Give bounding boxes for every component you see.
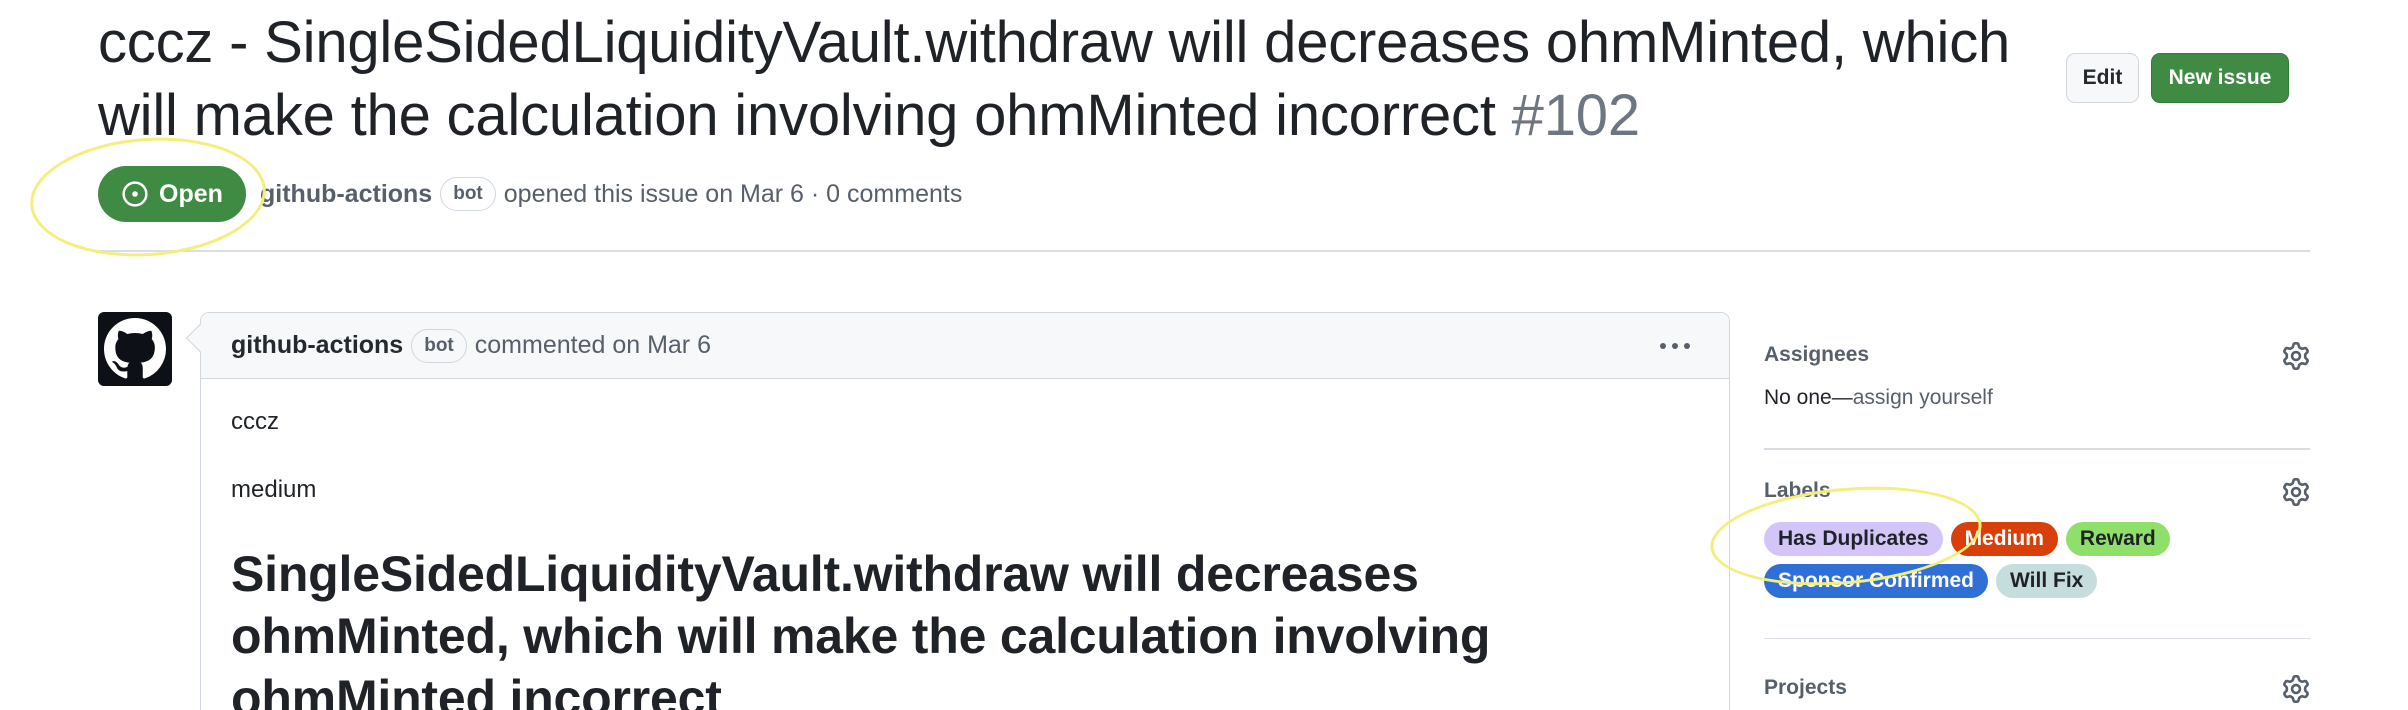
state-label: Open — [159, 179, 223, 208]
comment-header: github-actions bot commented on Mar 6 — [201, 313, 1729, 379]
comment-line-author: cccz — [231, 408, 279, 435]
comment-box: github-actions bot commented on Mar 6 cc… — [200, 312, 1730, 710]
assignees-title[interactable]: Assignees — [1764, 330, 2310, 380]
issue-title-text: cccz - SingleSidedLiquidityVault.withdra… — [98, 10, 2011, 148]
label-sponsor-confirmed[interactable]: Sponsor Confirmed — [1764, 563, 1989, 598]
issue-opened-icon — [122, 181, 148, 207]
labels-section: Labels Has Duplicates Medium Reward Sponsor… — [1764, 450, 2310, 638]
assignees-none-text: No one— — [1764, 386, 1853, 409]
issue-number: #102 — [1511, 83, 1640, 148]
header-divider — [98, 250, 2310, 252]
gear-icon[interactable] — [2282, 675, 2310, 703]
label-reward[interactable]: Reward — [2065, 521, 2170, 556]
gear-icon[interactable] — [2282, 342, 2310, 370]
label-medium[interactable]: Medium — [1950, 521, 2058, 556]
new-issue-button[interactable]: New issue — [2151, 53, 2289, 103]
header-actions: Edit New issue — [2066, 53, 2289, 103]
state-badge: Open — [98, 166, 246, 222]
comment-heading: SingleSidedLiquidityVault.withdraw will … — [231, 543, 1671, 710]
edit-button[interactable]: Edit — [2066, 53, 2139, 103]
issue-page: cccz - SingleSidedLiquidityVault.withdra… — [0, 0, 2408, 710]
label-will-fix[interactable]: Will Fix — [1996, 563, 2098, 598]
github-mark-icon — [104, 318, 166, 379]
issue-title: cccz - SingleSidedLiquidityVault.withdra… — [98, 6, 2088, 152]
comment-bot-badge: bot — [411, 328, 467, 363]
comment-body: cccz medium SingleSidedLiquidityVault.wi… — [201, 379, 1729, 710]
comment-line-severity: medium — [231, 476, 317, 503]
issue-sidebar: Assignees No one—assign yourself Labels … — [1764, 330, 2310, 710]
label-has-duplicates[interactable]: Has Duplicates — [1764, 521, 1943, 556]
projects-section: Projects — [1764, 639, 2310, 710]
comment-timestamp[interactable]: commented on Mar 6 — [475, 331, 711, 360]
gear-icon[interactable] — [2282, 477, 2310, 506]
assign-yourself-link[interactable]: assign yourself — [1853, 386, 1993, 409]
comment-author-link[interactable]: github-actions — [231, 331, 403, 360]
issue-meta: Open github-actions bot opened this issu… — [98, 166, 962, 222]
kebab-horizontal-icon[interactable] — [1655, 331, 1695, 361]
projects-title[interactable]: Projects — [1764, 663, 2310, 710]
labels-title[interactable]: Labels — [1764, 466, 2310, 516]
issue-meta-text: opened this issue on Mar 6 · 0 comments — [503, 179, 963, 208]
assignees-section: Assignees No one—assign yourself — [1764, 330, 2310, 448]
avatar[interactable] — [98, 312, 172, 386]
issue-author-link[interactable]: github-actions — [260, 180, 432, 209]
assignees-value: No one—assign yourself — [1764, 386, 2310, 410]
labels-list: Has Duplicates Medium Reward Sponsor Confir… — [1764, 521, 2184, 598]
bot-badge: bot — [440, 177, 496, 211]
